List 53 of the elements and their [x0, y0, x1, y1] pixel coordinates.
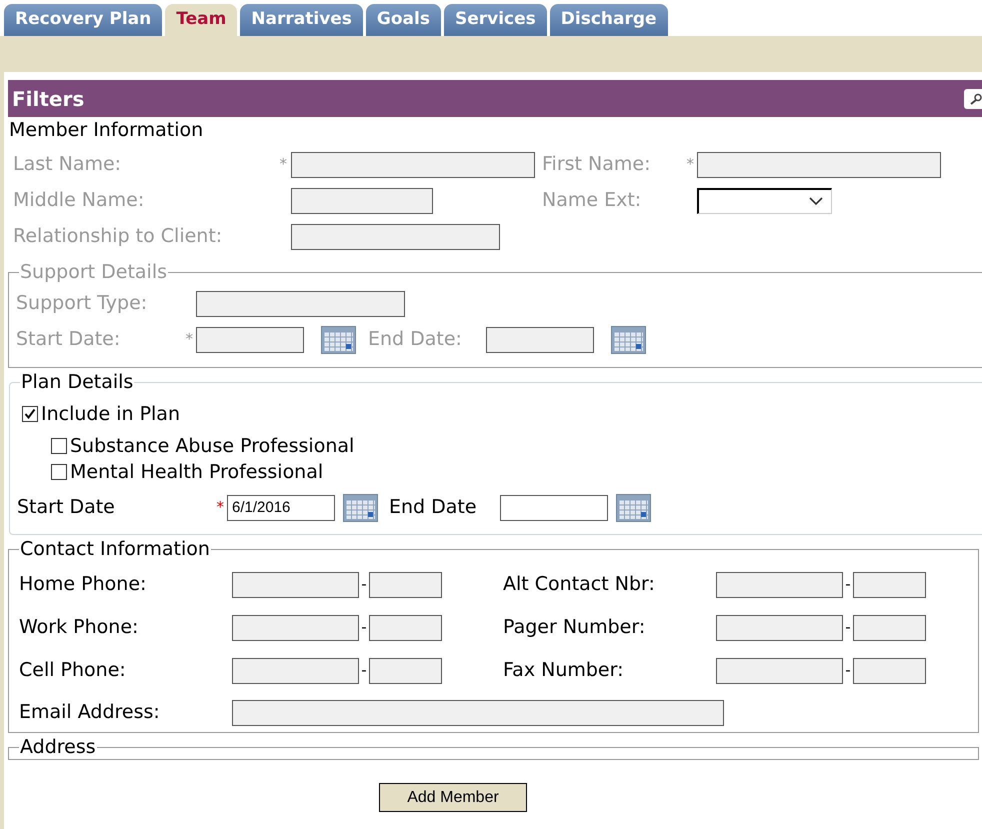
- tab[interactable]: Recovery Plan: [4, 4, 162, 36]
- date-field[interactable]: 6/1/2016: [227, 494, 335, 520]
- separator: -: [360, 574, 368, 596]
- checkbox-label: Include in Plan: [41, 402, 180, 427]
- field-label: Support Type:: [16, 291, 148, 316]
- field-label: Last Name:: [13, 152, 122, 178]
- field-label: Relationship to Client:: [13, 224, 222, 250]
- separator: -: [360, 660, 368, 682]
- field-label: Home Phone:: [19, 572, 148, 598]
- checkbox[interactable]: [51, 438, 67, 454]
- required-mark: *: [186, 329, 193, 350]
- date-field[interactable]: [500, 494, 608, 520]
- field-label: Pager Number:: [503, 615, 646, 640]
- search-icon: [970, 92, 982, 104]
- field-label: Name Ext:: [542, 188, 642, 214]
- chevron-down-icon: [809, 196, 823, 206]
- field-label: Work Phone:: [19, 615, 140, 640]
- checkbox[interactable]: [22, 406, 38, 422]
- field-label: Alt Contact Nbr:: [503, 572, 656, 598]
- separator: -: [844, 617, 852, 638]
- checkbox-label: Mental Health Professional: [70, 460, 324, 485]
- checkbox-label: Substance Abuse Professional: [70, 434, 354, 459]
- field-label: First Name:: [542, 152, 650, 178]
- checkbox[interactable]: [51, 464, 67, 480]
- field-label: End Date: [389, 495, 478, 520]
- section-title: Filters: [12, 86, 84, 112]
- field-label: Cell Phone:: [19, 658, 127, 684]
- calendar-icon[interactable]: [616, 494, 651, 522]
- field-label: End Date:: [368, 328, 462, 350]
- calendar-icon[interactable]: [343, 494, 378, 522]
- search-button[interactable]: [964, 88, 982, 108]
- separator: -: [844, 660, 852, 682]
- calendar-icon[interactable]: [321, 326, 356, 354]
- field-label: Middle Name:: [13, 188, 144, 214]
- tab[interactable]: Discharge: [550, 4, 668, 36]
- add-member-button[interactable]: Add Member: [379, 783, 527, 812]
- required-mark: *: [280, 154, 287, 176]
- field-label: Start Date:: [16, 327, 120, 352]
- tab[interactable]: Services: [444, 4, 547, 36]
- separator: -: [844, 574, 852, 596]
- checkmark-icon: [24, 408, 36, 420]
- field-label: Fax Number:: [503, 658, 625, 684]
- required-mark: *: [686, 154, 694, 176]
- separator: -: [360, 617, 368, 638]
- tab[interactable]: Narratives: [240, 4, 363, 36]
- calendar-icon[interactable]: [611, 326, 646, 354]
- field-label: Email Address:: [19, 700, 161, 726]
- section-heading: Member Information: [8, 118, 204, 143]
- field-label: Start Date: [17, 495, 115, 520]
- tab[interactable]: Goals: [366, 4, 441, 36]
- dropdown[interactable]: [697, 188, 832, 214]
- required-mark: *: [216, 497, 224, 518]
- tab[interactable]: Team: [165, 4, 238, 36]
